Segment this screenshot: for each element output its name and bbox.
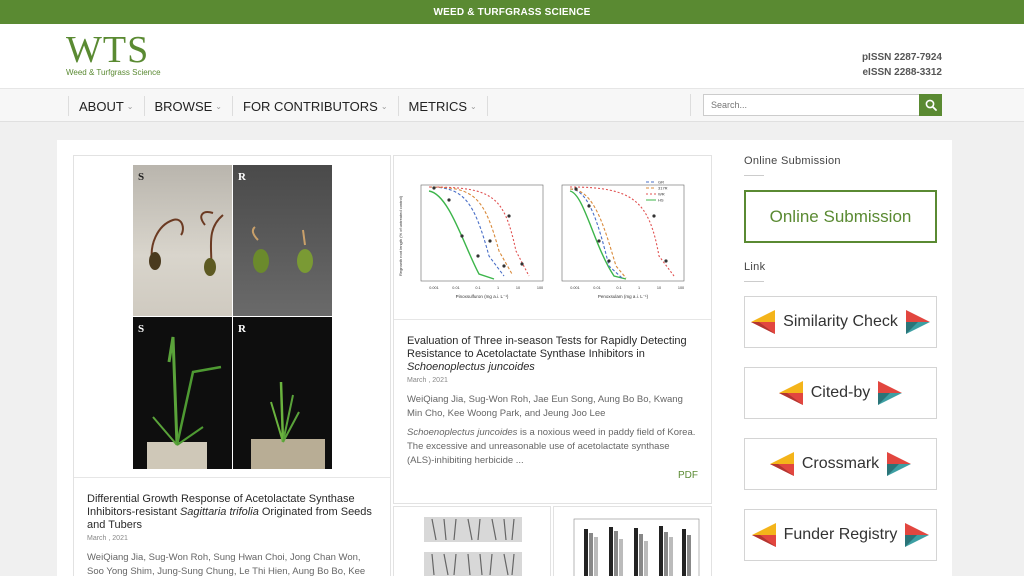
x-tick: 0.01 [593, 286, 600, 290]
journal-logo[interactable]: WTS Weed & Turfgrass Science [66, 29, 176, 80]
sidebar: Online Submission [744, 155, 939, 176]
nav-browse[interactable]: BROWSE ⌄ [143, 96, 233, 116]
link-section: Link [744, 261, 939, 282]
nav-about-label: ABOUT [79, 98, 124, 114]
article-card[interactable]: Regrowth root length (% of untreated con… [393, 155, 712, 504]
online-submission-heading: Online Submission [744, 155, 841, 167]
crossref-left-flag-icon [778, 381, 803, 405]
article-title[interactable]: Differential Growth Response of Acetolac… [87, 493, 377, 532]
funder-registry-link[interactable]: Funder Registry [744, 509, 937, 561]
x-tick: 0.001 [429, 286, 439, 290]
article-body: Evaluation of Three in-season Tests for … [407, 335, 698, 468]
chevron-down-icon: ⌄ [215, 101, 222, 111]
left-plot-panel: Regrowth root length (% of untreated con… [398, 184, 544, 299]
crossref-left-flag-icon [769, 452, 794, 476]
link-heading: Link [744, 261, 766, 273]
nav-metrics[interactable]: METRICS ⌄ [397, 96, 488, 116]
similarity-check-label: Similarity Check [783, 313, 898, 330]
crossref-left-flag-icon [751, 310, 776, 334]
pissn: pISSN 2287-7924 [861, 52, 942, 63]
article-thumbnail[interactable]: S R S R [74, 156, 390, 478]
legend-entry: WR [658, 192, 665, 197]
article-authors: WeiQiang Jia, Sug-Won Roh, Sung Hwan Cho… [87, 552, 366, 576]
x-tick: 100 [678, 286, 684, 290]
x-tick: 1 [497, 286, 499, 290]
online-submission-button[interactable]: Online Submission [744, 190, 937, 243]
crossmark-link[interactable]: Crossmark [744, 438, 937, 490]
article-thumbnail[interactable]: Regrowth root length (% of untreated con… [394, 156, 711, 320]
journal-topbar: WEED & TURFGRASS SCIENCE [0, 0, 1024, 24]
crossref-right-flag-icon [905, 310, 930, 334]
nav-for-contributors[interactable]: FOR CONTRIBUTORS ⌄ [232, 96, 398, 116]
search-input[interactable] [703, 94, 919, 116]
x-tick: 0.1 [475, 286, 480, 290]
photo-panel-plant-s: S [133, 317, 232, 469]
article-thumbnail[interactable] [394, 507, 550, 576]
chevron-down-icon: ⌄ [470, 101, 477, 111]
dose-response-figure: Regrowth root length (% of untreated con… [398, 180, 685, 299]
nav-for-contributors-label: FOR CONTRIBUTORS [243, 98, 378, 114]
crossref-right-flag-icon [905, 523, 930, 547]
right-xlabel: Penoxsulam (mg a.i. L⁻¹) [598, 294, 649, 299]
chevron-down-icon: ⌄ [380, 101, 388, 111]
crossref-right-flag-icon [887, 452, 912, 476]
similarity-check-link[interactable]: Similarity Check [744, 296, 937, 348]
search-form [690, 94, 942, 116]
nav-about[interactable]: ABOUT ⌄ [68, 96, 144, 116]
photo-panel-seed-s: S [133, 165, 232, 316]
x-tick: 1 [638, 286, 640, 290]
site-header: WTS Weed & Turfgrass Science pISSN 2287-… [0, 24, 1024, 88]
nav-browse-label: BROWSE [154, 98, 213, 114]
legend-entry: 317R [658, 186, 668, 191]
article-authors: WeiQiang Jia, Sug-Won Roh, Jae Eun Song,… [407, 394, 683, 419]
online-submission-label: Online Submission [769, 206, 912, 226]
legend-entry: GR [658, 180, 664, 185]
x-tick: 0.01 [452, 286, 459, 290]
eissn: eISSN 2288-3312 [862, 67, 942, 78]
left-xlabel: Pinoxsulfuron (mg a.i. L⁻¹) [456, 294, 509, 299]
pdf-link[interactable]: PDF [678, 470, 698, 481]
article-card[interactable]: S R S R Differential Growth Response of … [73, 155, 391, 576]
crossref-right-flag-icon [878, 381, 903, 405]
cited-by-label: Cited-by [810, 384, 871, 401]
article-title[interactable]: Evaluation of Three in-season Tests for … [407, 335, 698, 374]
heading-divider [744, 281, 764, 282]
photo-panel-plant-r: R [233, 317, 332, 469]
thumbnail-figure [573, 518, 700, 576]
article-card[interactable] [393, 506, 551, 576]
photo-panel-seed-r: R [233, 165, 332, 316]
article-card[interactable] [553, 506, 712, 576]
funder-registry-label: Funder Registry [783, 526, 898, 543]
article-date: March , 2021 [407, 377, 448, 384]
nav-metrics-label: METRICS [408, 98, 468, 114]
x-tick: 0.1 [616, 286, 621, 290]
x-tick: 10 [516, 286, 520, 290]
article-thumbnail[interactable] [554, 507, 711, 576]
search-button[interactable] [919, 94, 942, 116]
main-nav: ABOUT ⌄ BROWSE ⌄ FOR CONTRIBUTORS ⌄ METR… [0, 88, 1024, 122]
chevron-down-icon: ⌄ [126, 101, 134, 111]
crossref-left-flag-icon [751, 523, 776, 547]
heading-divider [744, 175, 764, 176]
issn-block: pISSN 2287-7924 eISSN 2288-3312 [862, 50, 942, 80]
x-tick: 10 [657, 286, 661, 290]
legend-entry: HS [658, 198, 664, 203]
search-icon [925, 99, 937, 111]
article-body: Differential Growth Response of Acetolac… [87, 493, 377, 576]
article-abstract: Schoenoplectus juncoides is a noxious we… [407, 427, 696, 466]
cited-by-link[interactable]: Cited-by [744, 367, 937, 419]
article-date: March , 2021 [87, 535, 128, 542]
crossmark-label: Crossmark [801, 455, 880, 472]
right-plot-panel: Penoxsulam (mg a.i. L⁻¹) 0.001 0.01 0.1 … [561, 180, 685, 299]
logo-subtitle: Weed & Turfgrass Science [66, 68, 161, 77]
left-ylabel: Regrowth root length (% of untreated con… [398, 195, 403, 276]
journal-name: WEED & TURFGRASS SCIENCE [433, 6, 591, 18]
x-tick: 100 [537, 286, 543, 290]
logo-mark: WTS [66, 29, 150, 71]
x-tick: 0.001 [570, 286, 580, 290]
thumbnail-figure [424, 517, 522, 576]
